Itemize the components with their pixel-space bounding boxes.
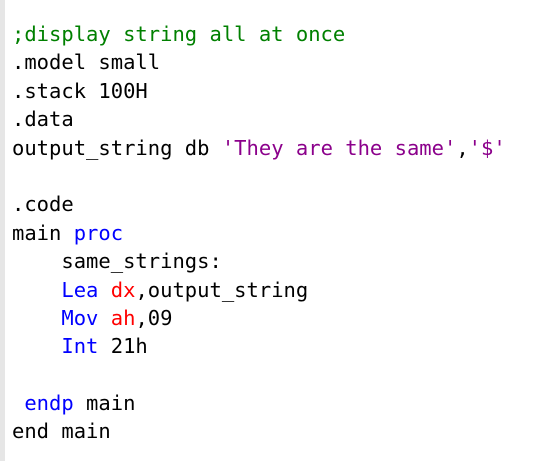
code-line: main proc: [12, 219, 506, 247]
code-token-default: 21h: [98, 334, 148, 359]
code-token-default: [98, 278, 110, 302]
code-token-keyword: proc: [73, 220, 124, 245]
code-token-string2: 'They are the same': [221, 135, 457, 160]
code-token-default: main: [12, 220, 74, 245]
code-token-default: .code: [12, 192, 74, 217]
code-token-default: ,: [456, 135, 469, 160]
code-token-default: same_strings:: [12, 249, 222, 274]
code-line: end main: [12, 417, 506, 445]
editor-gutter: [0, 0, 5, 461]
code-line: .model small: [12, 48, 506, 76]
code-editor[interactable]: ;display string all at once .model small.…: [0, 0, 557, 461]
code-line: ;display string all at once: [12, 20, 506, 48]
code-token-keyword: Int: [61, 334, 99, 359]
code-token-default: ,09: [135, 305, 173, 330]
code-token-default: [12, 278, 61, 302]
code-line: same_strings:: [12, 247, 506, 275]
code-token-register: dx: [110, 277, 136, 302]
code-line: endp main: [12, 389, 506, 417]
code-token-default: .data: [12, 107, 74, 132]
code-line: .code: [12, 190, 506, 218]
code-token-default: [12, 306, 61, 330]
code-token-string2: '$': [468, 135, 506, 160]
code-token-default: [98, 306, 110, 330]
code-token-comment: ;display string all at once: [12, 22, 346, 46]
code-line: .stack 100H: [12, 77, 506, 105]
code-token-default: output_string db: [12, 135, 222, 160]
code-token-default: [12, 334, 61, 358]
code-token-default: .stack 100H: [12, 78, 148, 103]
code-line: Lea dx,output_string: [12, 276, 506, 304]
code-line: Mov ah,09: [12, 304, 506, 332]
code-token-default: .model small: [12, 50, 161, 75]
code-token-keyword: Lea: [61, 277, 99, 302]
code-line: output_string db 'They are the same','$': [12, 134, 506, 162]
code-token-keyword: endp: [24, 391, 74, 416]
code-token-default: [12, 391, 24, 415]
code-token-register: ah: [110, 305, 136, 330]
code-token-default: end main: [12, 419, 111, 444]
code-token-default: main: [73, 391, 136, 416]
code-token-keyword: Mov: [61, 305, 99, 330]
code-token-default: ,output_string: [135, 277, 309, 302]
code-line: Int 21h: [12, 332, 506, 360]
code-line: .data: [12, 105, 506, 133]
code-view[interactable]: ;display string all at once .model small.…: [12, 20, 506, 446]
